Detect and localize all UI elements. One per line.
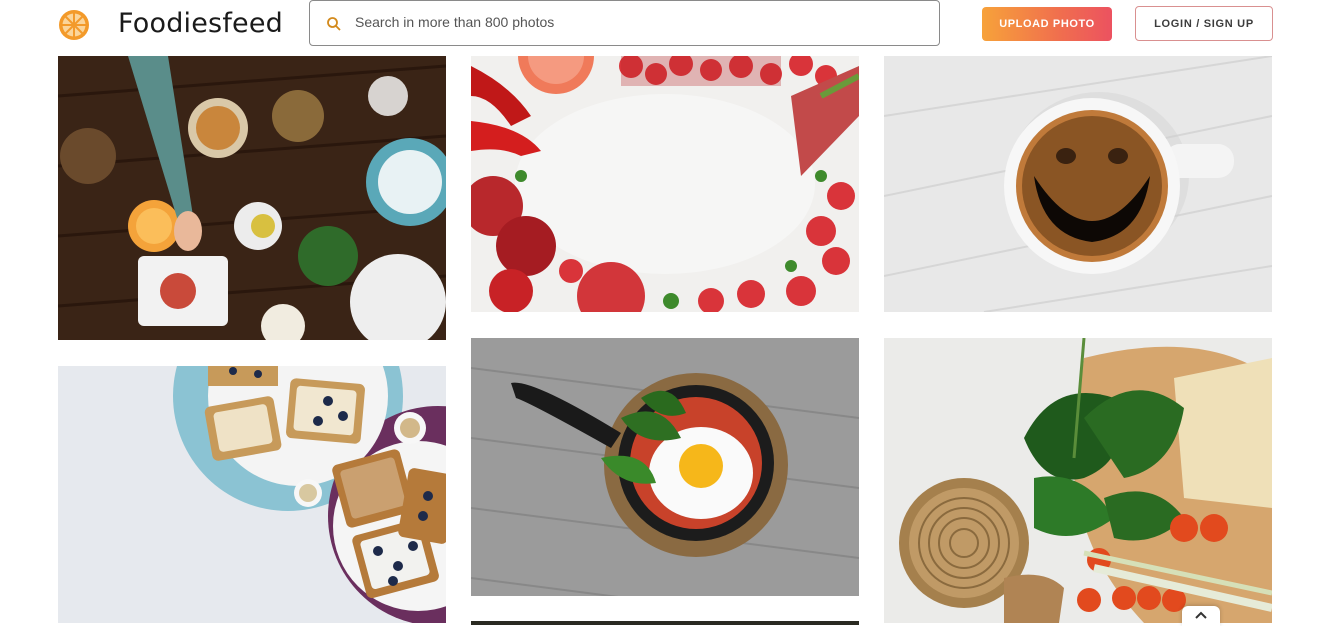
login-signup-button[interactable]: LOGIN / SIGN UP — [1135, 6, 1273, 41]
orange-slice-icon[interactable] — [58, 9, 90, 41]
search-icon — [326, 16, 342, 32]
photo-partial[interactable] — [471, 621, 859, 625]
photo-toast-blueberries[interactable] — [58, 366, 446, 623]
photo-table-feast[interactable] — [58, 56, 446, 340]
photo-egg-skillet[interactable] — [471, 338, 859, 596]
site-header: Foodiesfeed UPLOAD PHOTO LOGIN / SIGN UP — [0, 0, 1335, 56]
search-bar[interactable] — [309, 0, 940, 46]
upload-photo-button[interactable]: UPLOAD PHOTO — [982, 7, 1112, 41]
photo-bread-cheese[interactable] — [884, 338, 1272, 623]
site-logo-text[interactable]: Foodiesfeed — [118, 8, 283, 39]
search-input[interactable] — [355, 14, 915, 30]
photo-fruits-frame[interactable] — [471, 56, 859, 312]
chevron-up-icon — [1195, 611, 1207, 619]
scroll-to-top-button[interactable] — [1182, 606, 1220, 626]
photo-coffee-smile[interactable] — [884, 56, 1272, 312]
